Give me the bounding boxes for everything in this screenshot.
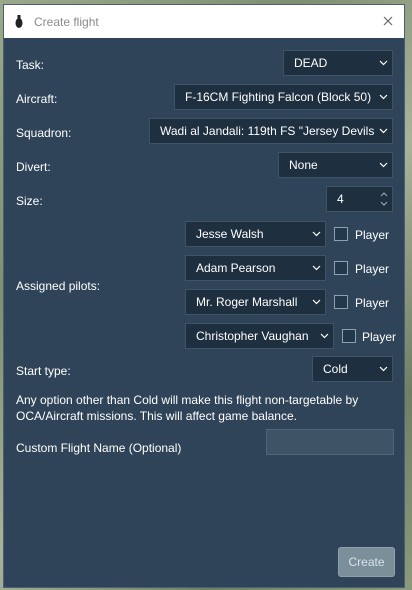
pilot-name: Adam Pearson: [196, 261, 276, 275]
pilot-select-1[interactable]: Jesse Walsh: [185, 221, 326, 247]
player-checkbox-1[interactable]: [334, 227, 348, 241]
player-checkbox-2[interactable]: [334, 261, 348, 275]
custom-name-input[interactable]: [266, 429, 394, 455]
start-type-warning: Any option other than Cold will make thi…: [16, 393, 359, 423]
custom-name-label: Custom Flight Name (Optional): [16, 441, 182, 455]
start-type-value: Cold: [323, 362, 348, 376]
chevron-down-icon: [315, 333, 333, 339]
size-value: 4: [337, 192, 344, 206]
chevron-down-icon: [307, 231, 325, 237]
chevron-down-icon: [374, 60, 392, 66]
chevron-down-icon: [374, 162, 392, 168]
aircraft-select[interactable]: F-16CM Fighting Falcon (Block 50): [174, 84, 393, 110]
pilot-name: Mr. Roger Marshall: [196, 295, 298, 309]
chevron-down-icon: [307, 299, 325, 305]
divert-select[interactable]: None: [278, 152, 393, 178]
task-label: Task:: [16, 58, 45, 72]
squadron-value: Wadi al Jandali: 119th FS "Jersey Devils…: [160, 124, 374, 138]
close-icon: [383, 16, 393, 26]
title-bar: Create flight: [4, 5, 404, 38]
spin-down-icon[interactable]: [380, 201, 388, 206]
close-button[interactable]: [378, 11, 398, 31]
player-label: Player: [355, 262, 390, 276]
pilot-select-2[interactable]: Adam Pearson: [185, 255, 326, 281]
pilot-select-3[interactable]: Mr. Roger Marshall: [185, 289, 326, 315]
squadron-select[interactable]: Wadi al Jandali: 119th FS "Jersey Devils…: [149, 118, 393, 144]
pilot-name: Jesse Walsh: [196, 227, 264, 241]
player-checkbox-4[interactable]: [342, 329, 356, 343]
pilot-name: Christopher Vaughan: [196, 329, 309, 343]
pilot-select-4[interactable]: Christopher Vaughan: [185, 323, 334, 349]
size-label: Size:: [16, 194, 43, 208]
squadron-label: Squadron:: [16, 126, 72, 140]
task-value: DEAD: [294, 56, 328, 70]
player-checkbox-3[interactable]: [334, 295, 348, 309]
player-label: Player: [355, 296, 390, 310]
aircraft-value: F-16CM Fighting Falcon (Block 50): [185, 90, 372, 104]
aircraft-label: Aircraft:: [16, 92, 58, 106]
create-flight-dialog: Create flight Task: DEAD Aircraft: F-16C…: [3, 4, 405, 588]
create-button[interactable]: Create: [338, 547, 395, 577]
task-select[interactable]: DEAD: [283, 50, 393, 76]
player-label: Player: [362, 330, 397, 344]
chevron-down-icon: [374, 366, 392, 372]
chevron-down-icon: [374, 128, 392, 134]
divert-label: Divert:: [16, 160, 51, 174]
start-type-select[interactable]: Cold: [312, 356, 393, 382]
start-type-label: Start type:: [16, 364, 71, 378]
chevron-down-icon: [307, 265, 325, 271]
size-spinbox[interactable]: 4: [326, 186, 393, 212]
player-label: Player: [355, 228, 390, 242]
spin-up-icon[interactable]: [380, 192, 388, 197]
window-title: Create flight: [34, 14, 99, 29]
assigned-pilots-label: Assigned pilots:: [16, 279, 101, 293]
bomb-icon: [12, 14, 26, 29]
divert-value: None: [289, 158, 318, 172]
chevron-down-icon: [374, 94, 392, 100]
